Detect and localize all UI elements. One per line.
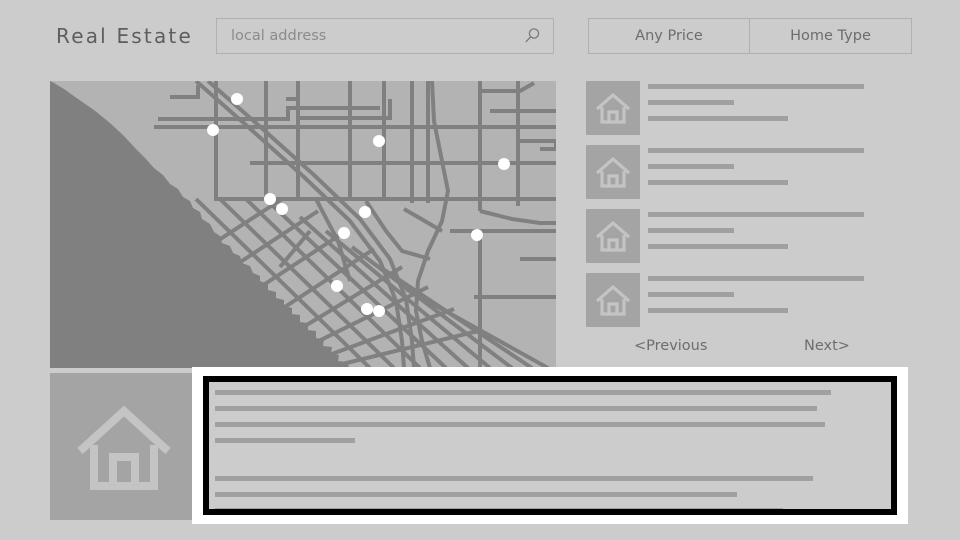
pagination: <Previous Next> (586, 338, 912, 364)
listings-results[interactable] (586, 81, 912, 330)
detail-thumbnail[interactable] (50, 373, 198, 520)
search-icon[interactable] (523, 27, 541, 45)
detail-line (215, 508, 783, 509)
detail-line (215, 438, 355, 443)
search-input[interactable]: local address (216, 18, 554, 54)
house-icon (77, 405, 171, 490)
house-icon (595, 92, 631, 124)
listing-thumbnail[interactable] (586, 209, 640, 263)
map-marker[interactable] (471, 229, 483, 241)
map-marker[interactable] (207, 124, 219, 136)
map-marker[interactable] (264, 193, 276, 205)
map-marker[interactable] (373, 305, 385, 317)
listing-line (648, 164, 734, 169)
listing-text-lines (648, 212, 912, 260)
listing-text-lines (648, 84, 912, 132)
listing-thumbnail[interactable] (586, 81, 640, 135)
house-icon (595, 156, 631, 188)
listing-text-lines (648, 276, 912, 324)
list-item[interactable] (586, 209, 912, 265)
list-item[interactable] (586, 81, 912, 137)
listing-line (648, 212, 864, 217)
listing-line (648, 100, 734, 105)
any-price-filter[interactable]: Any Price (588, 18, 750, 54)
list-item[interactable] (586, 145, 912, 201)
detail-line (215, 390, 831, 395)
map-marker[interactable] (498, 158, 510, 170)
map-marker[interactable] (331, 280, 343, 292)
filter-button-group: Any Price Home Type (588, 18, 912, 54)
map-canvas[interactable] (50, 81, 556, 368)
house-icon (595, 220, 631, 252)
map-marker[interactable] (373, 135, 385, 147)
previous-page-link[interactable]: <Previous (634, 338, 707, 354)
map-marker[interactable] (338, 227, 350, 239)
listing-line (648, 116, 788, 121)
map-marker[interactable] (231, 93, 243, 105)
listing-line (648, 244, 788, 249)
detail-line (215, 492, 737, 497)
map-marker[interactable] (276, 203, 288, 215)
detail-line (215, 406, 817, 411)
listing-line (648, 292, 734, 297)
listing-text-lines (648, 148, 912, 196)
listing-line (648, 308, 788, 313)
detail-line (215, 476, 813, 481)
listing-thumbnail[interactable] (586, 145, 640, 199)
next-page-link[interactable]: Next> (804, 338, 850, 354)
listing-detail-frame (192, 367, 908, 524)
listing-line (648, 228, 734, 233)
map-marker[interactable] (359, 206, 371, 218)
listing-line (648, 180, 788, 185)
listing-line (648, 148, 864, 153)
detail-text-lines (215, 390, 885, 509)
listing-thumbnail[interactable] (586, 273, 640, 327)
listing-line (648, 84, 864, 89)
search-input-value: local address (231, 28, 327, 44)
list-item[interactable] (586, 273, 912, 329)
house-icon (595, 284, 631, 316)
home-type-filter[interactable]: Home Type (750, 18, 912, 54)
app-header: Real Estate local address Any Price Home… (0, 0, 960, 72)
map-marker[interactable] (361, 303, 373, 315)
detail-line (215, 422, 825, 427)
page-title: Real Estate (56, 24, 193, 48)
listing-line (648, 276, 864, 281)
listing-detail-card[interactable] (203, 376, 897, 515)
property-map[interactable] (50, 81, 556, 368)
